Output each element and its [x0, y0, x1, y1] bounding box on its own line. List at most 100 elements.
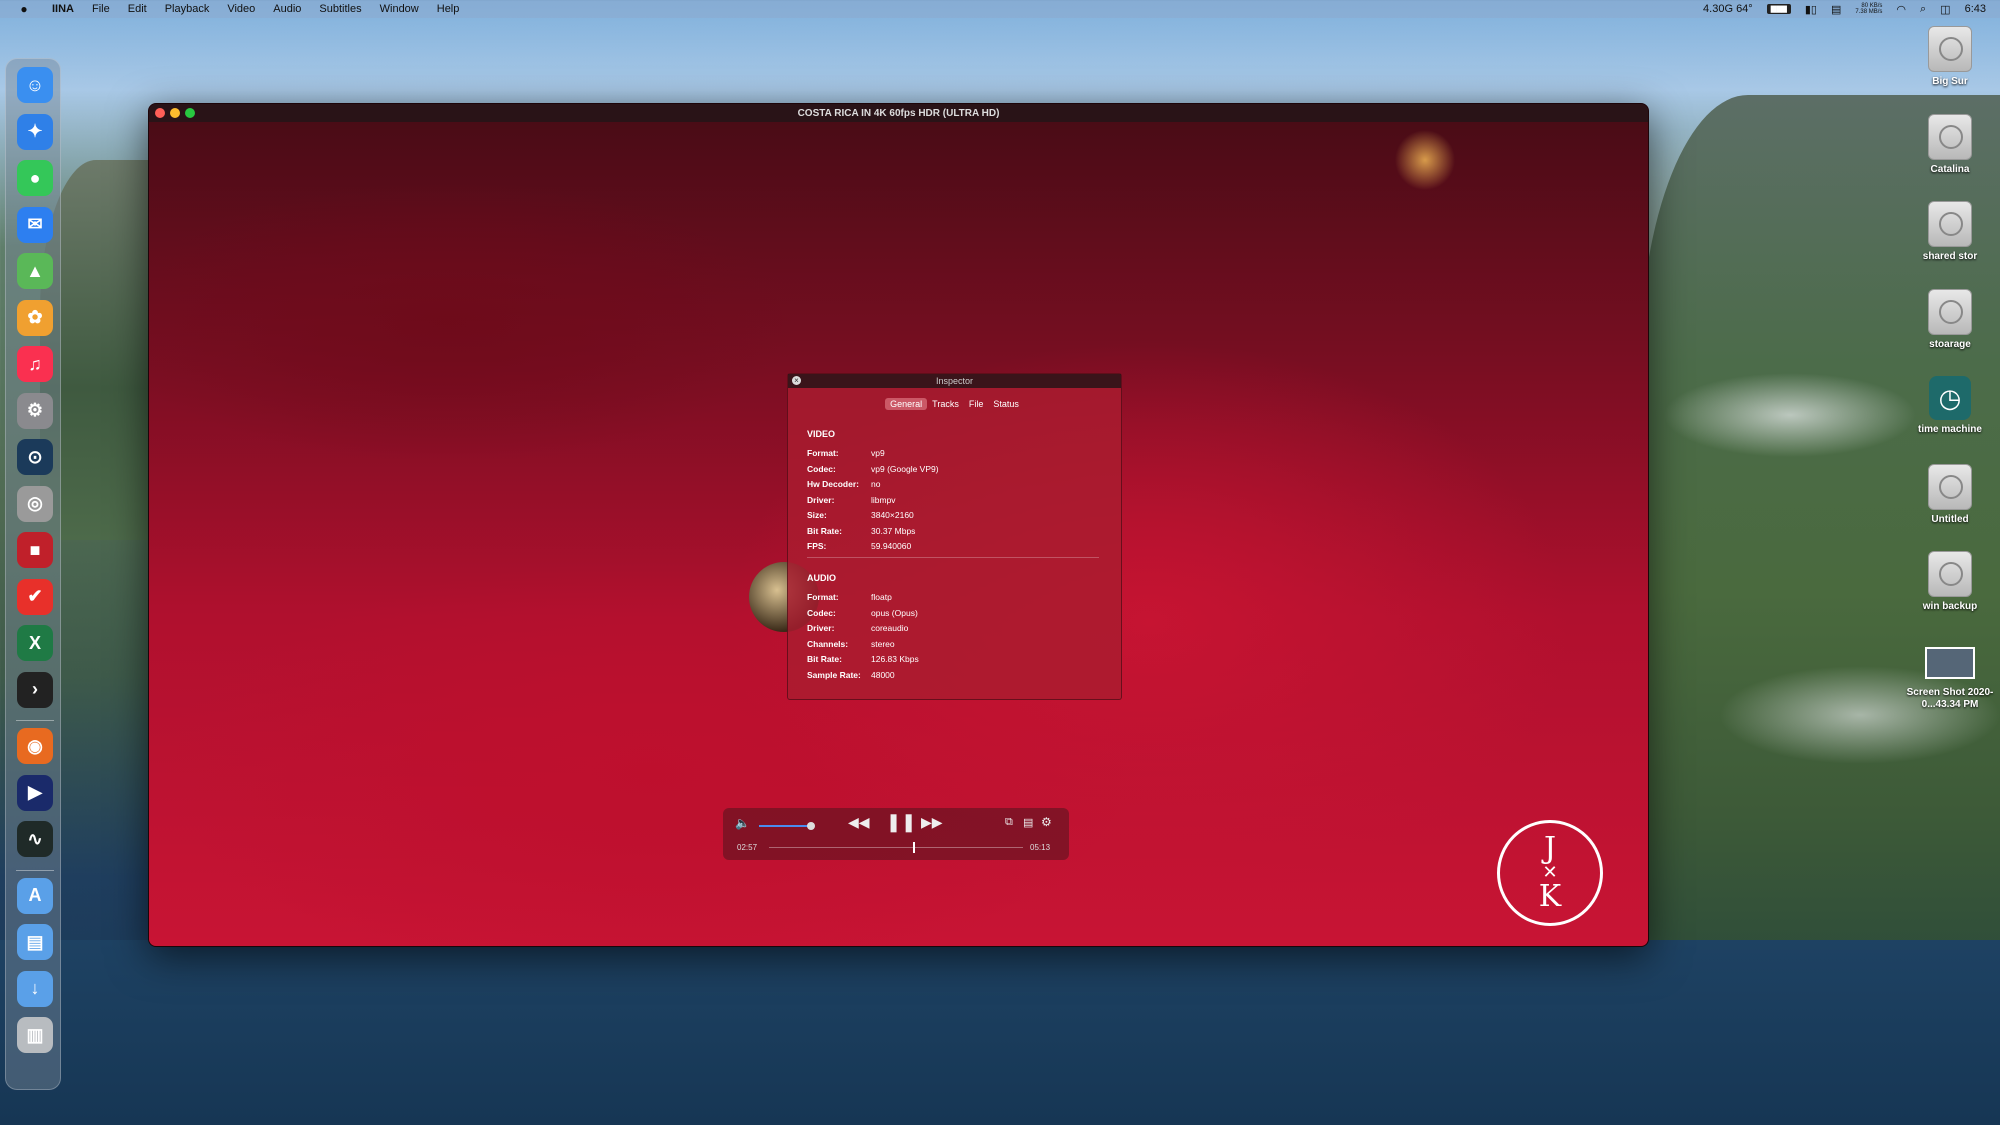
- menu-subtitles[interactable]: Subtitles: [319, 3, 361, 15]
- inspector-row: Bit Rate: 126.83 Kbps: [807, 654, 919, 664]
- wifi-icon[interactable]: ◠: [1896, 3, 1906, 16]
- fullscreen-window-icon[interactable]: [185, 108, 195, 118]
- playlist-icon[interactable]: ▤: [1023, 816, 1033, 829]
- inspector-value[interactable]: 3840×2160: [871, 510, 914, 520]
- volume-slider[interactable]: [759, 822, 815, 830]
- cpu-graph-icon[interactable]: ▇▇▇: [1766, 4, 1791, 14]
- terminal-icon[interactable]: ›: [17, 671, 53, 708]
- inspector-value[interactable]: libmpv: [871, 495, 896, 505]
- desktop-item[interactable]: shared stor: [1890, 201, 2000, 263]
- desktop-item[interactable]: ◷ time machine: [1890, 376, 2000, 436]
- window-titlebar[interactable]: COSTA RICA IN 4K 60fps HDR (ULTRA HD): [149, 104, 1648, 122]
- todo-icon[interactable]: ✔: [17, 578, 53, 615]
- hard-drive-icon: [1928, 113, 1972, 160]
- desktop-item[interactable]: win backup: [1890, 551, 2000, 613]
- desktop-item[interactable]: Untitled: [1890, 463, 2000, 526]
- desktop-item[interactable]: Big Sur: [1890, 26, 2000, 88]
- inspector-row: Size: 3840×2160: [807, 510, 914, 520]
- steam-icon[interactable]: ⊙: [17, 439, 53, 475]
- music-icon[interactable]: ♫: [17, 346, 53, 382]
- menu-window[interactable]: Window: [380, 3, 419, 15]
- inspector-value[interactable]: 126.83 Kbps: [871, 654, 919, 664]
- menu-help[interactable]: Help: [437, 3, 460, 15]
- control-center-icon[interactable]: ◫: [1940, 3, 1950, 16]
- documents-folder-icon[interactable]: ▤: [17, 924, 53, 960]
- menu-edit[interactable]: Edit: [128, 3, 147, 15]
- menu-clock[interactable]: 6:43: [1965, 3, 1986, 15]
- mail-icon[interactable]: ✉: [17, 206, 53, 243]
- tab-general[interactable]: General: [885, 398, 928, 410]
- safari-icon[interactable]: ✦: [17, 113, 53, 150]
- disk-status-icon[interactable]: ▤: [1831, 3, 1841, 16]
- inspector-value[interactable]: 48000: [871, 670, 895, 680]
- hard-drive-icon: [1928, 463, 1972, 510]
- inspector-value[interactable]: vp9: [871, 448, 885, 458]
- activity-monitor-icon[interactable]: ∿: [17, 821, 53, 857]
- seek-knob[interactable]: [912, 842, 915, 853]
- hard-drive-icon: [1928, 26, 1972, 72]
- menu-file[interactable]: File: [92, 3, 110, 15]
- menu-audio[interactable]: Audio: [273, 3, 301, 15]
- desktop-item-label: Screen Shot 2020-0...43.34 PM: [1906, 686, 1994, 710]
- window-title: COSTA RICA IN 4K 60fps HDR (ULTRA HD): [797, 107, 1000, 119]
- trash-icon[interactable]: ▥: [17, 1017, 53, 1053]
- volume-knob[interactable]: [807, 822, 815, 830]
- volume-icon[interactable]: 🔈: [735, 816, 750, 830]
- apple-menu-icon[interactable]: ●: [16, 2, 32, 16]
- iina-icon[interactable]: ▶: [17, 774, 53, 811]
- memory-temp-status[interactable]: 4.30G 64°: [1703, 3, 1753, 15]
- fast-forward-icon[interactable]: ▶▶: [921, 814, 943, 831]
- time-machine-icon: ◷: [1929, 376, 1971, 420]
- inspector-titlebar[interactable]: × Inspector: [788, 374, 1121, 388]
- firefox-icon[interactable]: ◉: [17, 728, 53, 764]
- inspector-row: Format: floatp: [807, 592, 892, 602]
- picture-in-picture-icon[interactable]: ⧉: [1005, 816, 1013, 829]
- desktop-item[interactable]: stoarage: [1890, 288, 2000, 351]
- desktop-item-label: Untitled: [1931, 513, 1969, 525]
- rewind-icon[interactable]: ◀◀: [848, 814, 870, 831]
- excel-icon[interactable]: X: [17, 625, 53, 661]
- inspector-value[interactable]: stereo: [871, 639, 895, 649]
- toolbox-icon[interactable]: ■: [17, 532, 53, 568]
- disk-utility-icon[interactable]: ◎: [17, 485, 53, 522]
- inspector-row: FPS: 59.940060: [807, 541, 911, 551]
- inspector-value[interactable]: opus (Opus): [871, 608, 918, 618]
- desktop-item[interactable]: Catalina: [1890, 113, 2000, 176]
- inspector-value[interactable]: coreaudio: [871, 623, 908, 633]
- duration-time: 05:13: [1030, 843, 1051, 852]
- inspector-value[interactable]: no: [871, 479, 880, 489]
- settings-gear-icon[interactable]: ⚙: [1041, 815, 1052, 829]
- finder-icon[interactable]: ☺: [17, 67, 53, 103]
- desktop-item-label: Catalina: [1930, 163, 1970, 175]
- menu-app-name[interactable]: IINA: [52, 3, 74, 15]
- inspector-value[interactable]: 59.940060: [871, 541, 911, 551]
- applications-folder-icon[interactable]: A: [17, 877, 53, 914]
- downloads-folder-icon[interactable]: ↓: [17, 970, 53, 1007]
- inspector-value[interactable]: 30.37 Mbps: [871, 526, 915, 536]
- close-inspector-icon[interactable]: ×: [792, 376, 801, 385]
- tab-tracks[interactable]: Tracks: [927, 398, 964, 410]
- tab-status[interactable]: Status: [988, 398, 1024, 410]
- close-window-icon[interactable]: [155, 108, 165, 118]
- tab-file[interactable]: File: [964, 398, 989, 410]
- desktop-item[interactable]: Screen Shot 2020-0...43.34 PM: [1890, 639, 2000, 711]
- inspector-key: Format:: [807, 592, 839, 602]
- photos-icon[interactable]: ✿: [17, 299, 53, 336]
- inspector-row: Driver: libmpv: [807, 495, 896, 505]
- gpu-status-icon[interactable]: ▮▯: [1805, 3, 1817, 16]
- spotlight-search-icon[interactable]: ⌕: [1920, 3, 1926, 16]
- menu-playback[interactable]: Playback: [165, 3, 210, 15]
- inspector-value[interactable]: floatp: [871, 592, 892, 602]
- messages-icon[interactable]: ●: [17, 160, 53, 196]
- pause-icon[interactable]: ❚❚: [886, 812, 916, 833]
- maps-icon[interactable]: ▲: [17, 253, 53, 289]
- minimize-window-icon[interactable]: [170, 108, 180, 118]
- system-preferences-icon[interactable]: ⚙: [17, 392, 53, 429]
- video-section-heading: VIDEO: [807, 429, 836, 439]
- network-status[interactable]: 80 KB/s 7.38 MB/s: [1855, 3, 1882, 15]
- menu-video[interactable]: Video: [227, 3, 255, 15]
- inspector-value[interactable]: vp9 (Google VP9): [871, 464, 939, 474]
- seek-bar[interactable]: [769, 842, 1023, 853]
- inspector-tabs: General Tracks File Status: [788, 398, 1121, 410]
- desktop-item-label: shared stor: [1922, 251, 1978, 262]
